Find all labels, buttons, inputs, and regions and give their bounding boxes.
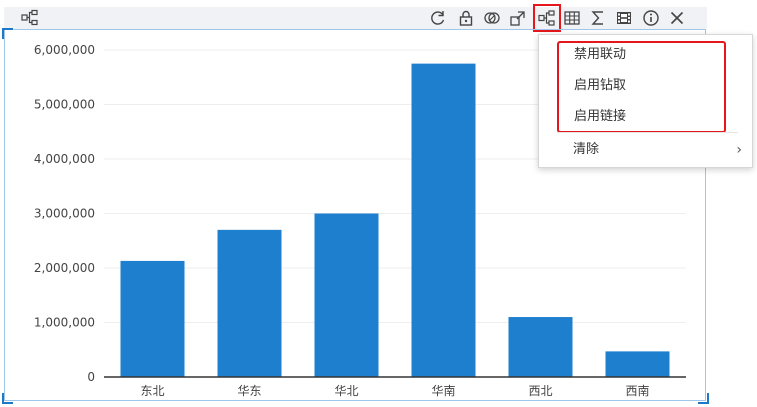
bar: [120, 260, 185, 377]
menu-enable-drill[interactable]: 启用钻取: [539, 71, 752, 101]
y-tick-label: 5,000,000: [34, 98, 95, 112]
x-tick-label: 西南: [625, 383, 649, 398]
y-tick-label: 1,000,000: [34, 316, 95, 330]
y-tick-label: 3,000,000: [34, 207, 95, 221]
y-tick-label: 6,000,000: [34, 43, 95, 57]
menu-disable-linkage[interactable]: 禁用联动: [539, 40, 752, 70]
x-tick-label: 西北: [528, 384, 552, 398]
menu-enable-link[interactable]: 启用链接: [539, 102, 752, 132]
x-tick-label: 东北: [140, 384, 164, 398]
y-tick-label: 2,000,000: [34, 261, 95, 275]
menu-clear[interactable]: 清除 ›: [539, 135, 752, 165]
chevron-right-icon: ›: [736, 142, 742, 158]
bar: [411, 63, 476, 377]
x-tick-label: 华东: [237, 384, 261, 398]
linkage-context-menu: 禁用联动 启用钻取 启用链接 清除 ›: [538, 34, 753, 168]
menu-clear-label: 清除: [573, 142, 600, 157]
menu-separator: [557, 132, 738, 133]
bar: [605, 351, 670, 377]
bar: [314, 213, 379, 377]
x-tick-label: 华北: [334, 384, 358, 398]
y-tick-label: 0: [87, 370, 95, 384]
bar: [217, 229, 282, 377]
y-tick-label: 4,000,000: [34, 152, 95, 166]
bar: [508, 317, 573, 377]
x-tick-label: 华南: [431, 383, 455, 398]
